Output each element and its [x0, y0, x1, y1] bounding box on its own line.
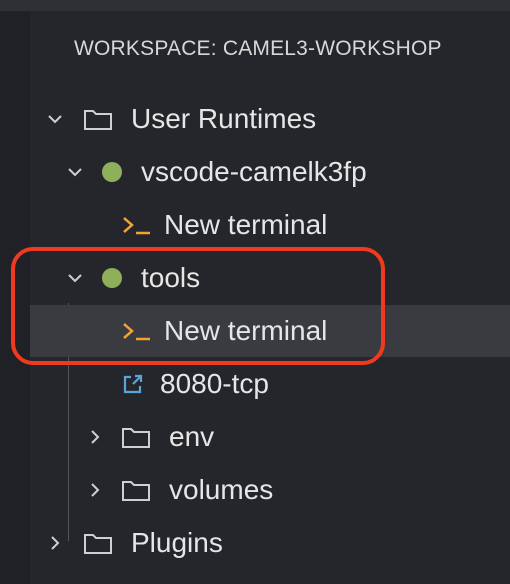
workspace-screen: WORKSPACE: CAMEL3-WORKSHOP User Runtimes… [0, 0, 510, 584]
status-dot-icon [101, 267, 123, 289]
chevron-right-icon[interactable] [44, 532, 66, 554]
folder-icon [121, 425, 151, 449]
chevron-down-icon[interactable] [44, 108, 66, 130]
tree-item-label: New terminal [164, 209, 328, 240]
top-bar [0, 0, 510, 11]
tree-item-volumes[interactable]: volumes [30, 464, 510, 516]
tree-item-user-runtimes[interactable]: User Runtimes [30, 93, 510, 145]
chevron-right-icon[interactable] [84, 426, 106, 448]
chevron-right-icon[interactable] [84, 479, 106, 501]
tree-item-label: New terminal [164, 315, 328, 346]
tree-item-new-terminal-2[interactable]: New terminal [30, 305, 510, 357]
tree-item-env[interactable]: env [30, 411, 510, 463]
folder-icon [121, 478, 151, 502]
chevron-down-icon[interactable] [64, 267, 86, 289]
tree-item-label: Plugins [131, 527, 223, 558]
tree-item-plugins[interactable]: Plugins [30, 517, 510, 569]
activity-bar [0, 11, 30, 584]
tree-item-label: env [169, 421, 215, 452]
tree-item-runtime-tools[interactable]: tools [30, 252, 510, 304]
folder-icon [83, 531, 113, 555]
tree-item-port-8080-tcp[interactable]: 8080-tcp [30, 358, 510, 410]
terminal-icon [120, 213, 154, 237]
terminal-icon [120, 319, 154, 343]
tree-item-new-terminal-1[interactable]: New terminal [30, 199, 510, 251]
tree-item-label: User Runtimes [131, 103, 317, 134]
external-link-icon [120, 371, 146, 397]
status-dot-icon [101, 161, 123, 183]
tree-item-label: 8080-tcp [160, 368, 269, 399]
chevron-down-icon[interactable] [64, 161, 86, 183]
workspace-sidebar: WORKSPACE: CAMEL3-WORKSHOP User Runtimes… [30, 11, 510, 584]
folder-icon [83, 107, 113, 131]
tree-item-label: tools [141, 262, 201, 293]
workspace-title: WORKSPACE: CAMEL3-WORKSHOP [74, 37, 442, 60]
tree-item-label: vscode-camelk3fp [141, 156, 367, 187]
tree-item-label: volumes [169, 474, 274, 505]
tree-item-runtime-vscode-camelk3fp[interactable]: vscode-camelk3fp [30, 146, 510, 198]
